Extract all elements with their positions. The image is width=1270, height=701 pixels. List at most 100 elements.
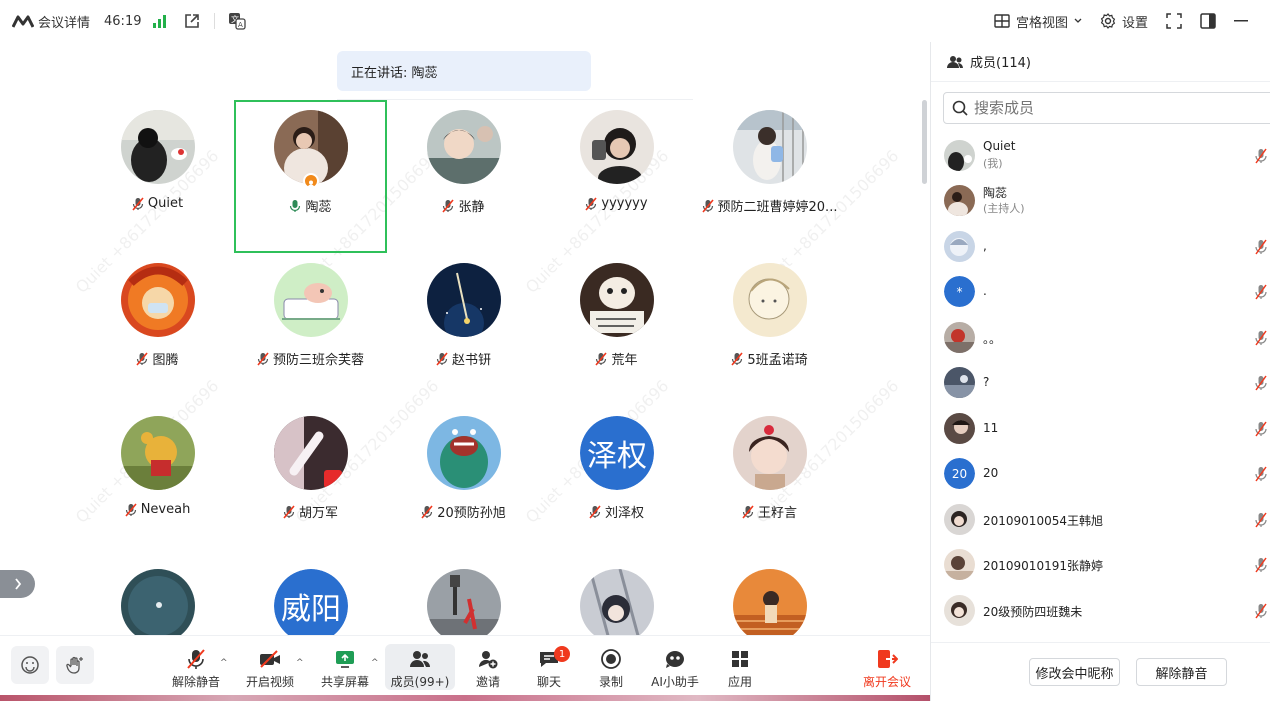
participant-tile[interactable]: 20预防孙旭 [387,406,540,559]
mic-muted-icon [436,351,448,366]
mic-muted-icon[interactable] [1254,239,1268,255]
raise-hand-button[interactable] [56,646,94,684]
participant-tile[interactable]: 张静 [387,100,540,253]
member-search[interactable] [943,92,1270,124]
host-badge-icon [303,173,319,189]
member-row[interactable]: 陶蕊 (主持人) [931,179,1270,223]
participant-tile[interactable]: 预防二班曹婷婷20... [693,100,846,253]
participant-name: 5班孟诺琦 [747,353,808,368]
avatar [733,263,807,337]
add-user-icon [478,651,498,669]
participant-tile[interactable]: 预防三班佘芙蓉 [234,253,387,406]
reaction-button[interactable] [11,646,49,684]
mic-muted-icon[interactable] [1254,466,1268,482]
avatar [944,413,975,444]
mic-muted-icon[interactable] [1254,375,1268,391]
window-edge [0,695,930,701]
apps-button[interactable]: 应用 [705,644,775,690]
settings-button[interactable]: 设置 [1100,12,1148,31]
caret-up-icon[interactable]: ^ [220,658,228,668]
avatar [274,416,348,490]
avatar [944,322,975,353]
grid-scrollbar[interactable] [922,100,927,184]
participant-tile[interactable]: 5班孟诺琦 [693,253,846,406]
avatar [121,263,195,337]
avatar [427,110,501,184]
minimize-icon[interactable] [1234,20,1248,22]
member-name: Quiet [983,139,1016,153]
participant-tile[interactable] [387,559,540,635]
start-video-button[interactable]: 开启视频 [235,644,305,690]
chevron-down-icon [1074,18,1082,23]
participant-tile-active[interactable]: 陶蕊 [234,100,387,253]
record-button[interactable]: 录制 [576,644,646,690]
avatar [121,569,195,635]
member-row[interactable]: ? [931,361,1270,405]
member-row[interactable]: , [931,225,1270,269]
participant-tile[interactable] [540,559,693,635]
members-icon [410,651,431,667]
participant-tile[interactable]: 王籽言 [693,406,846,559]
avatar [580,569,654,635]
member-row[interactable]: 11 [931,407,1270,451]
member-name: 陶蕊 [983,186,1008,200]
signal-strength-icon[interactable] [153,14,167,28]
participant-name: Quiet [147,196,184,211]
sidebar-toggle-icon[interactable] [1200,13,1216,29]
avatar [580,110,654,184]
fullscreen-icon[interactable] [1166,13,1182,29]
participant-tile[interactable]: 胡万军 [234,406,387,559]
member-row[interactable]: 20 20 [931,452,1270,496]
mic-muted-icon [257,351,269,366]
participant-tile[interactable]: Quiet [81,100,234,253]
mic-muted-icon[interactable] [1254,330,1268,346]
grid-view-dropdown[interactable]: 宫格视图 [994,12,1082,31]
speaking-indicator: 正在讲话: 陶蕊 [337,51,591,91]
caret-up-icon[interactable]: ^ [296,658,304,668]
participant-tile[interactable]: 图腾 [81,253,234,406]
mic-muted-icon[interactable] [1254,603,1268,619]
avatar [733,110,807,184]
chat-button[interactable]: 聊天 1 [514,644,584,690]
translate-icon[interactable]: 文A [227,11,247,31]
members-button[interactable]: 成员(99+) [385,644,455,690]
member-row[interactable]: * . [931,270,1270,314]
member-row[interactable]: 20109010054王韩旭 [931,498,1270,542]
mic-muted-icon[interactable] [1254,284,1268,300]
participant-tile[interactable]: yyyyyy [540,100,693,253]
meeting-app: 会议详情 46:19 文A 宫格视图 设置 正在讲话: 陶蕊 Quiet +86… [0,0,1270,701]
meeting-details-link[interactable]: 会议详情 [38,12,90,31]
ai-assistant-button[interactable]: AI小助手 [640,644,710,690]
invite-button[interactable]: 邀请 [453,644,523,690]
participant-name: 预防三班佘芙蓉 [272,353,364,368]
participant-tile[interactable] [81,559,234,635]
participant-name: 预防二班曹婷婷20... [717,200,838,215]
unmute-all-button[interactable]: 解除静音 [1136,658,1227,686]
mic-muted-icon [731,351,743,366]
caret-up-icon[interactable]: ^ [371,658,379,668]
participant-tile[interactable]: 威阳 [234,559,387,635]
grid-view-icon [994,14,1010,28]
member-row[interactable]: 。。 [931,316,1270,360]
leave-meeting-button[interactable]: 离开会议 [852,644,922,690]
gear-icon [1100,13,1116,29]
member-row[interactable]: 20109010191张静婷 [931,543,1270,587]
mic-muted-icon[interactable] [1254,557,1268,573]
participant-tile[interactable] [693,559,846,635]
participant-tile[interactable]: 荒年 [540,253,693,406]
mic-muted-icon[interactable] [1254,512,1268,528]
expand-sidebar-button[interactable] [0,570,35,598]
participant-name: 陶蕊 [305,200,332,215]
share-screen-button[interactable]: 共享屏幕 [310,644,380,690]
member-row[interactable]: Quiet (我) [931,134,1270,178]
mic-muted-icon[interactable] [1254,421,1268,437]
rename-button[interactable]: 修改会中昵称 [1029,658,1120,686]
participant-tile[interactable]: Neveah [81,406,234,559]
participant-tile[interactable]: 赵书钘 [387,253,540,406]
participant-name: yyyyyy [601,196,648,211]
participant-tile[interactable]: 泽权 刘泽权 [540,406,693,559]
popout-icon[interactable] [182,11,202,31]
member-row[interactable]: 20级预防四班魏未 [931,589,1270,633]
search-input[interactable] [974,99,1234,117]
mic-muted-icon[interactable] [1254,148,1268,164]
